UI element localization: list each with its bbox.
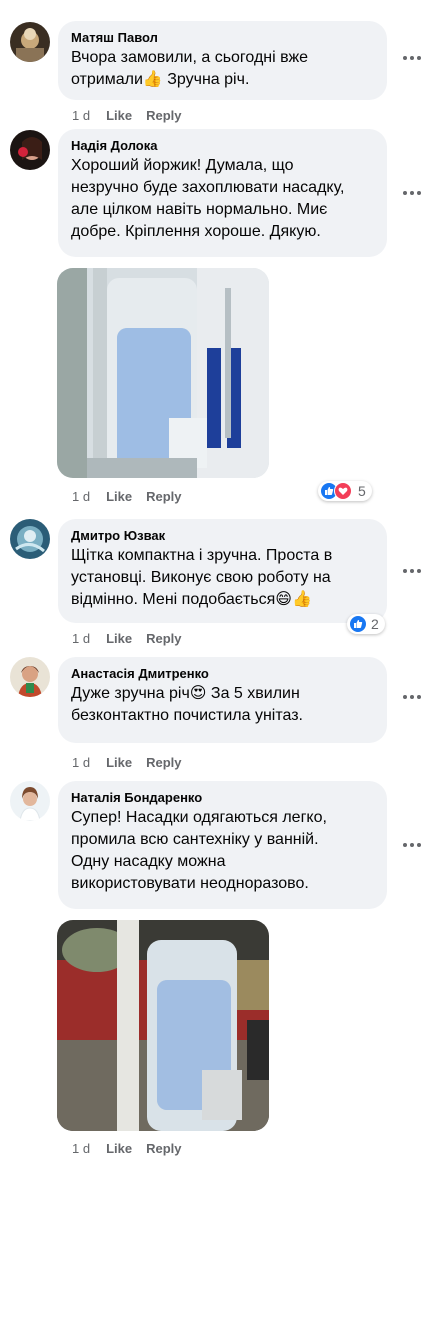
comment-text: Хороший йоржик! Думала, що незручно буде…	[71, 157, 345, 240]
more-options-icon[interactable]	[402, 692, 422, 702]
comment-time[interactable]: 1 d	[72, 108, 90, 124]
comment-actions: 1 d Like Reply	[72, 631, 196, 647]
reaction-summary[interactable]: 2	[347, 614, 385, 634]
comment-time[interactable]: 1 d	[72, 489, 90, 505]
comment-actions: 1 d Like Reply	[72, 108, 196, 124]
like-button[interactable]: Like	[106, 1141, 132, 1157]
comment-text: Вчора замовили, а сьогодні вже отримали👍…	[71, 49, 309, 88]
comment-photo[interactable]	[57, 268, 269, 478]
comment-bubble: Анастасія Дмитренко Дуже зручна річ😍 За …	[58, 657, 387, 743]
reaction-summary[interactable]: 5	[318, 481, 372, 501]
comment-time[interactable]: 1 d	[72, 755, 90, 771]
comment-time[interactable]: 1 d	[72, 631, 90, 647]
like-button[interactable]: Like	[106, 489, 132, 505]
comment-author[interactable]: Наталія Бондаренко	[71, 789, 375, 806]
reply-button[interactable]: Reply	[146, 631, 181, 647]
love-icon	[334, 482, 352, 500]
comment-actions: 1 d Like Reply	[72, 489, 196, 505]
more-options-icon[interactable]	[402, 188, 422, 198]
reply-button[interactable]: Reply	[146, 1141, 181, 1157]
reply-button[interactable]: Reply	[146, 489, 181, 505]
reply-button[interactable]: Reply	[146, 108, 181, 124]
comment-text: Дуже зручна річ😍 За 5 хвилин безконтактн…	[71, 685, 303, 724]
avatar[interactable]	[10, 781, 50, 821]
more-options-icon[interactable]	[402, 840, 422, 850]
reaction-count: 2	[371, 616, 379, 632]
comment-bubble: Матяш Павол Вчора замовили, а сьогодні в…	[58, 21, 387, 100]
more-options-icon[interactable]	[402, 53, 422, 63]
like-button[interactable]: Like	[106, 631, 132, 647]
comment-author[interactable]: Надія Долока	[71, 137, 375, 154]
comment-photo[interactable]	[57, 920, 269, 1131]
avatar[interactable]	[10, 130, 50, 170]
comment-bubble: Надія Долока Хороший йоржик! Думала, що …	[58, 129, 387, 257]
avatar[interactable]	[10, 22, 50, 62]
comment-text: Супер! Насадки одягаються легко, промила…	[71, 809, 327, 892]
avatar[interactable]	[10, 657, 50, 697]
more-options-icon[interactable]	[402, 566, 422, 576]
comment-text: Щітка компактна і зручна. Проста в устан…	[71, 547, 333, 608]
comment-actions: 1 d Like Reply	[72, 1141, 196, 1157]
like-icon	[349, 615, 367, 633]
reply-button[interactable]: Reply	[146, 755, 181, 771]
comment-time[interactable]: 1 d	[72, 1141, 90, 1157]
reaction-count: 5	[358, 483, 366, 499]
comment-bubble: Дмитро Юзвак Щітка компактна і зручна. П…	[58, 519, 387, 623]
comment-bubble: Наталія Бондаренко Супер! Насадки одягаю…	[58, 781, 387, 909]
like-button[interactable]: Like	[106, 108, 132, 124]
comment-author[interactable]: Дмитро Юзвак	[71, 527, 375, 544]
avatar[interactable]	[10, 519, 50, 559]
like-button[interactable]: Like	[106, 755, 132, 771]
comment-actions: 1 d Like Reply	[72, 755, 196, 771]
comment-author[interactable]: Матяш Павол	[71, 29, 375, 46]
comment-author[interactable]: Анастасія Дмитренко	[71, 665, 375, 682]
